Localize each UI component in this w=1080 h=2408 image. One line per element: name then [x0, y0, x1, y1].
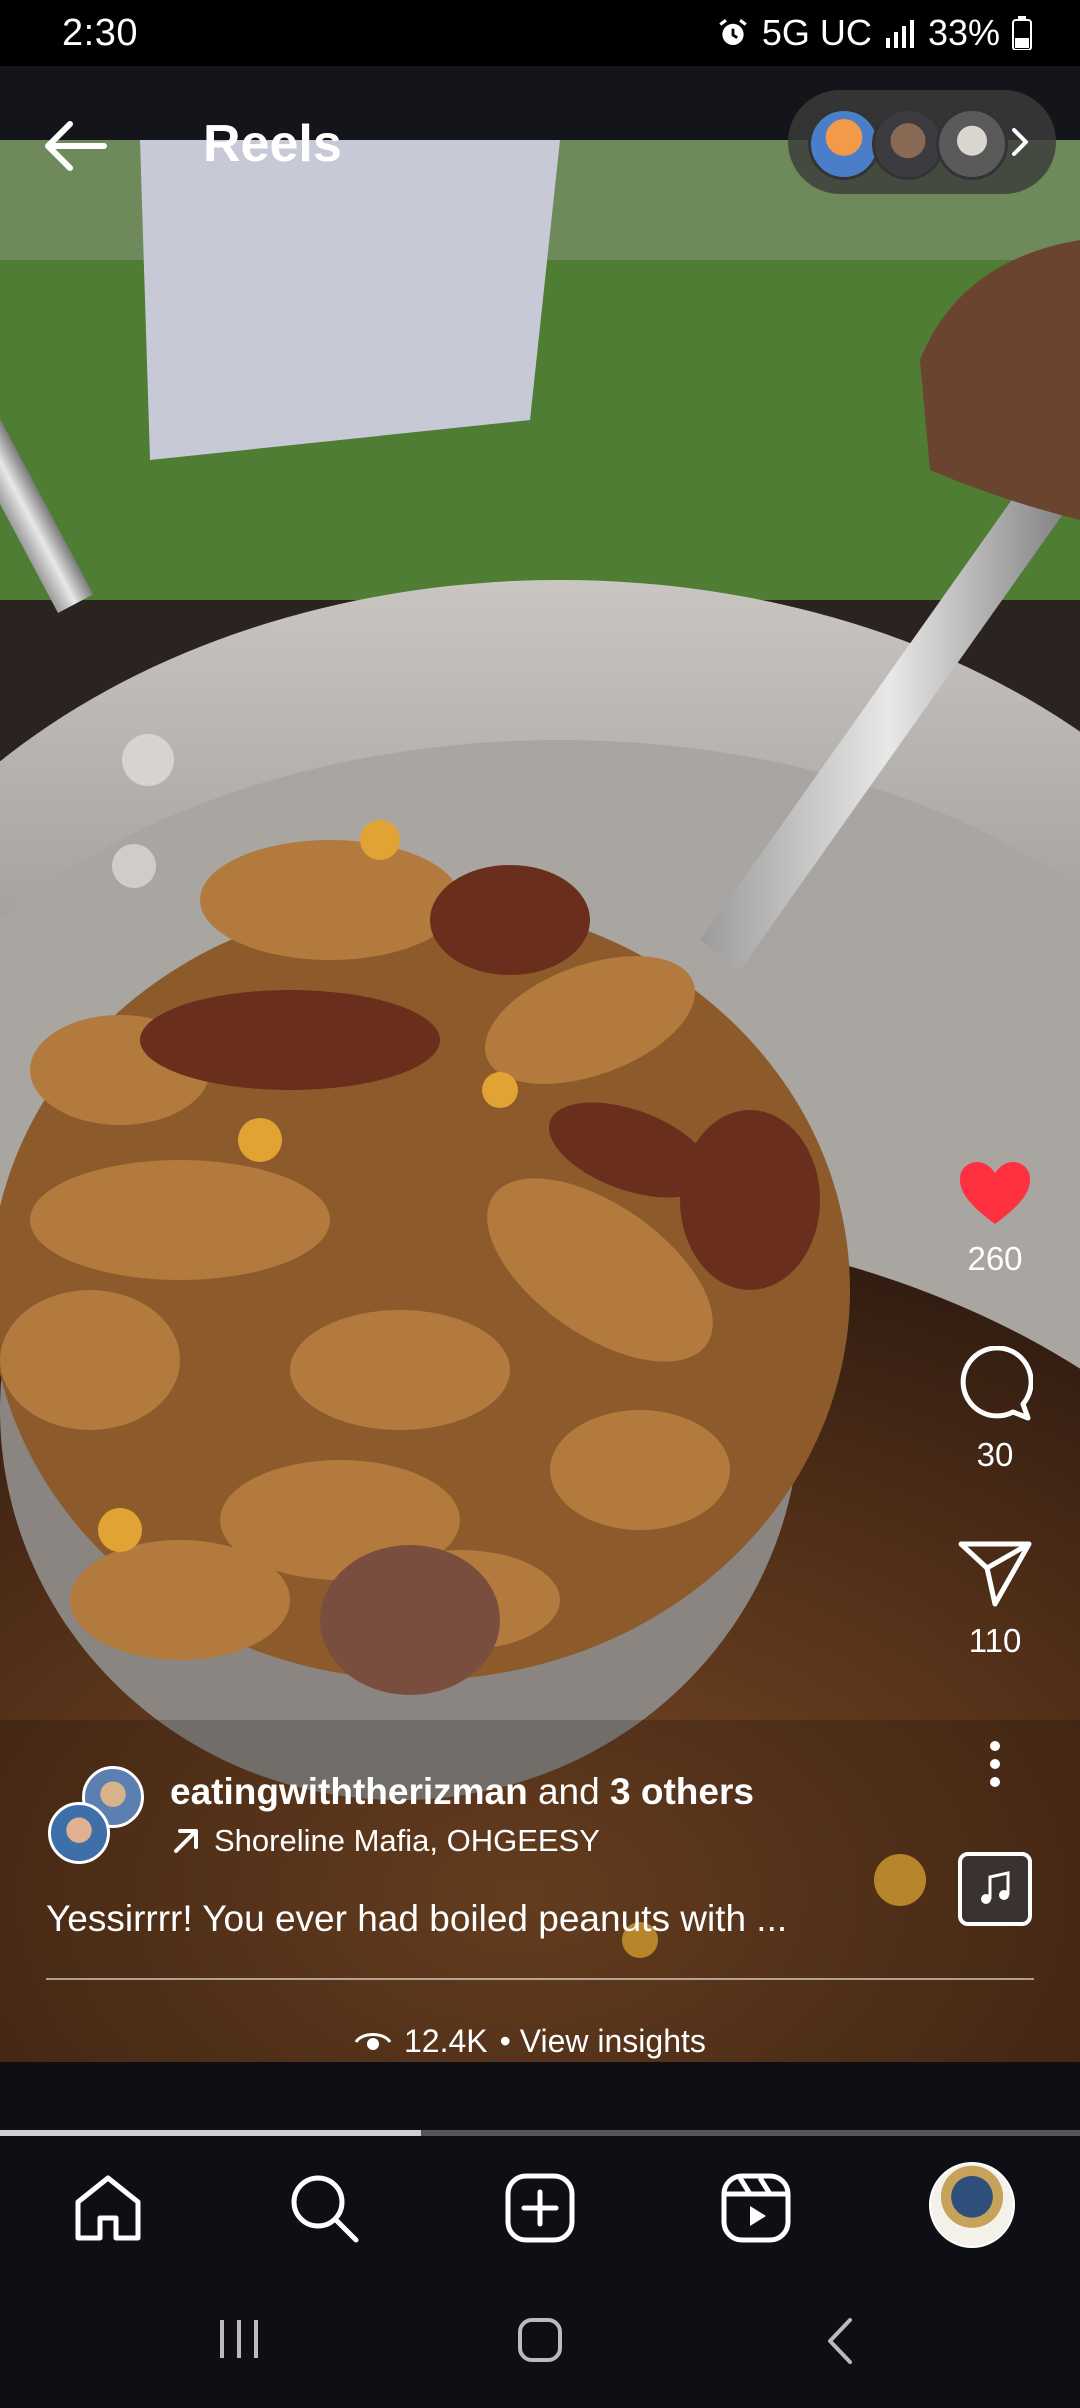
status-bar: 2:30 5G UC 33% [0, 0, 1080, 66]
status-icons: 5G UC 33% [716, 12, 1032, 54]
bottom-nav [0, 2136, 1080, 2276]
comment-icon [960, 1346, 1033, 1421]
eye-icon [354, 2032, 392, 2050]
chevron-right-icon [1012, 128, 1028, 156]
signal-icon [885, 20, 914, 48]
like-button[interactable]: 260 [940, 1160, 1050, 1278]
back-button[interactable] [40, 116, 120, 176]
author-avatars[interactable] [48, 1766, 148, 1866]
battery-percent: 33% [927, 12, 1000, 53]
reel-video[interactable] [0, 66, 1080, 2062]
back-system-icon[interactable] [822, 2316, 858, 2366]
audio-link[interactable]: Shoreline Mafia, OHGEESY [170, 1823, 614, 1859]
alarm-icon [719, 19, 747, 46]
avatar [872, 108, 944, 180]
avatar [808, 108, 880, 180]
view-insights-link[interactable]: 12.4K • View insights [354, 2023, 706, 2060]
view-insights-label: • View insights [499, 2023, 706, 2059]
search-icon [291, 2175, 359, 2243]
system-navigation [0, 2276, 1080, 2408]
home-system-icon[interactable] [516, 2316, 564, 2364]
nav-spacer [0, 2062, 1080, 2130]
post-caption[interactable]: Yessirrrr! You ever had boiled peanuts w… [46, 1898, 787, 1940]
share-count: 110 [968, 1622, 1022, 1659]
reels-header: Reels [0, 66, 1080, 226]
author-suffix: and [537, 1771, 600, 1812]
comment-count: 30 [976, 1436, 1014, 1473]
status-time: 2:30 [62, 11, 138, 54]
divider [46, 1978, 1034, 1980]
collaborators-button[interactable] [788, 90, 1056, 194]
share-button[interactable]: 110 [940, 1538, 1050, 1660]
audio-thumbnail[interactable] [958, 1852, 1032, 1926]
avatar [48, 1802, 110, 1864]
page-title: Reels [203, 115, 342, 173]
author-line[interactable]: eatingwiththerizman and 3 others [170, 1771, 754, 1813]
nav-home[interactable] [70, 2170, 146, 2246]
home-icon [75, 2175, 141, 2241]
author-username[interactable]: eatingwiththerizman [170, 1771, 528, 1812]
profile-avatar[interactable] [929, 2162, 1015, 2248]
more-options-button[interactable] [940, 1740, 1050, 1788]
music-note-icon [981, 1871, 1010, 1904]
arrow-left-icon [45, 121, 107, 171]
nav-reels[interactable] [718, 2170, 794, 2246]
nav-create[interactable] [502, 2170, 578, 2246]
reels-icon [721, 2173, 791, 2243]
like-count: 260 [967, 1240, 1023, 1277]
collaborators-link[interactable]: 3 others [610, 1771, 754, 1812]
audio-title: Shoreline Mafia, OHGEESY [214, 1823, 600, 1858]
view-count: 12.4K [404, 2023, 488, 2059]
comment-button[interactable]: 30 [940, 1346, 1050, 1474]
avatar [936, 108, 1008, 180]
nav-search[interactable] [286, 2170, 362, 2246]
recent-apps-icon[interactable] [214, 2316, 264, 2362]
send-icon [958, 1541, 1032, 1607]
create-icon [505, 2173, 575, 2243]
more-vertical-icon [990, 1741, 1000, 1787]
network-label: 5G UC [761, 12, 872, 53]
battery-icon [1012, 16, 1032, 50]
arrow-up-right-icon [174, 1829, 198, 1853]
heart-icon [960, 1162, 1030, 1224]
